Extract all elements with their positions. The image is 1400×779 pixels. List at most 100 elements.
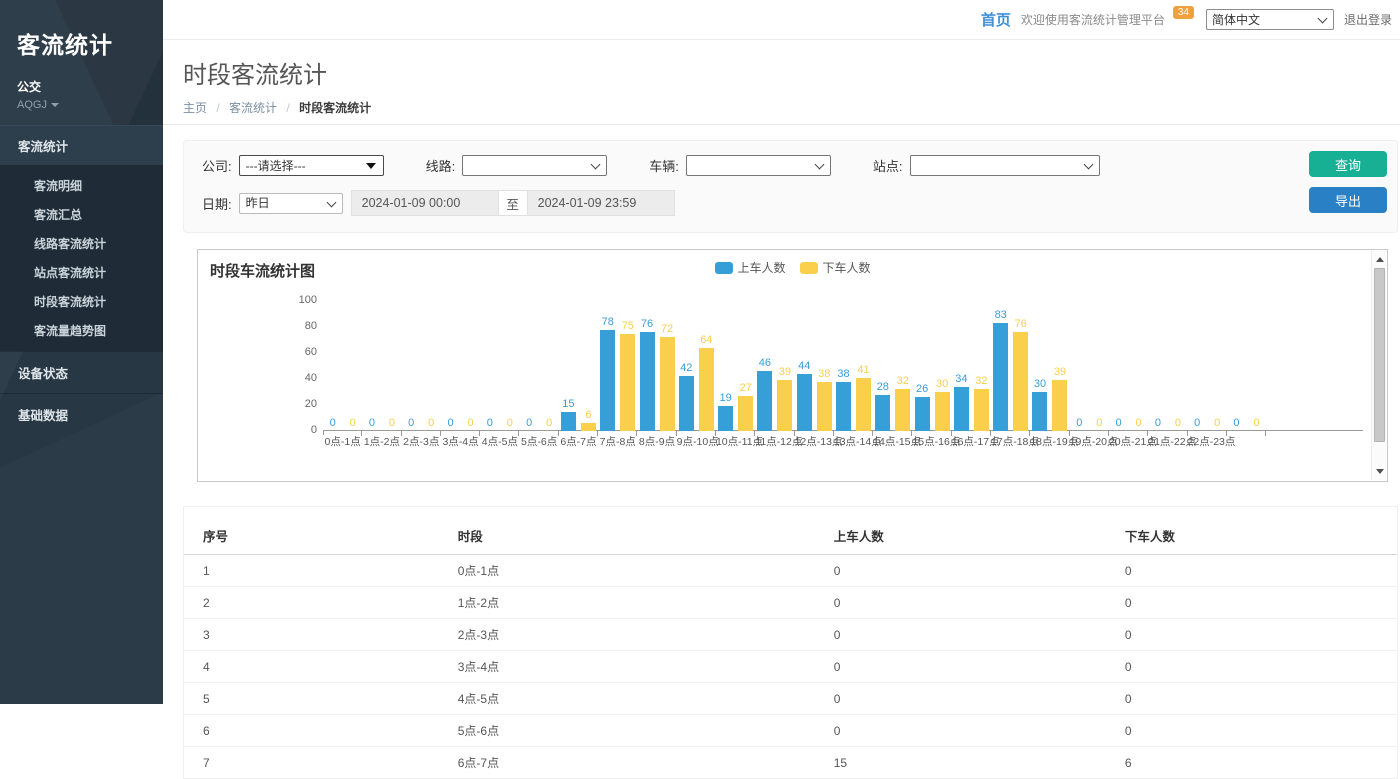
triangle-down-icon	[1376, 469, 1384, 474]
bar-value-label: 34	[955, 373, 967, 385]
chevron-down-icon	[51, 103, 59, 107]
table-cell: 6	[184, 715, 439, 747]
table-cell: 7	[184, 747, 439, 779]
breadcrumb-section[interactable]: 客流统计	[229, 101, 277, 115]
x-axis-label: 9点-10点	[677, 434, 716, 449]
bar-value-label: 0	[447, 417, 453, 429]
date-preset-select[interactable]: 昨日	[239, 193, 343, 214]
bar-wrap: 64	[699, 301, 714, 431]
station-select[interactable]	[910, 155, 1100, 176]
bar-value-label: 0	[487, 417, 493, 429]
sidebar-item-passenger-stats[interactable]: 客流统计	[0, 125, 163, 165]
line-select[interactable]	[462, 155, 607, 176]
bar-wrap: 0	[345, 301, 360, 431]
bar-下车人数	[777, 380, 792, 431]
bar-上车人数	[561, 412, 576, 432]
table-cell: 0	[1106, 715, 1397, 747]
notification-count-badge: 34	[1173, 6, 1194, 19]
bar-value-label: 44	[798, 360, 810, 372]
bar-value-label: 28	[877, 381, 889, 393]
x-axis-label: 18点-19点	[1030, 434, 1069, 449]
bar-wrap: 0	[384, 301, 399, 431]
legend-item-alight[interactable]: 下车人数	[800, 259, 871, 276]
date-to-input[interactable]	[527, 190, 675, 216]
bar-下车人数	[738, 396, 753, 431]
bar-group: 0020点-21点	[1109, 301, 1148, 431]
page-head: 时段客流统计 主页 / 客流统计 / 时段客流统计	[163, 41, 1400, 125]
scrollbar-thumb[interactable]	[1374, 268, 1385, 442]
date-from-input[interactable]	[351, 190, 499, 216]
bar-value-label: 83	[995, 309, 1007, 321]
org-code-dropdown[interactable]: AQGJ	[0, 95, 163, 125]
sidebar-subitem-站点客流统计[interactable]: 站点客流统计	[0, 258, 163, 287]
sidebar-subitem-客流明细[interactable]: 客流明细	[0, 171, 163, 200]
sidebar-submenu: 客流明细客流汇总线路客流统计站点客流统计时段客流统计客流量趋势图	[0, 165, 163, 351]
welcome-text: 欢迎使用客流统计管理平台	[1021, 11, 1165, 28]
logout-link[interactable]: 退出登录	[1344, 11, 1392, 28]
table-cell: 0	[815, 555, 1106, 587]
x-axis-label: 2点-3点	[402, 434, 441, 449]
bar-wrap: 15	[561, 301, 576, 431]
scrollbar-up-button[interactable]	[1372, 252, 1387, 267]
bar-wrap: 0	[1150, 301, 1165, 431]
table-header-cell: 时段	[439, 517, 815, 555]
table-cell: 0	[1106, 587, 1397, 619]
sidebar-item-基础数据[interactable]: 基础数据	[0, 393, 163, 435]
breadcrumb-home[interactable]: 主页	[183, 101, 207, 115]
sidebar-subitem-客流量趋势图[interactable]: 客流量趋势图	[0, 316, 163, 345]
bar-group: 0021点-22点	[1148, 301, 1187, 431]
table-row: 32点-3点00	[184, 619, 1397, 651]
search-button[interactable]: 查询	[1309, 151, 1387, 177]
chart-panel: 时段车流统计图 上车人数 下车人数 020406080100 000点-1点00…	[197, 249, 1388, 482]
bar-wrap: 0	[325, 301, 340, 431]
bar-group: 303918点-19点	[1030, 301, 1069, 431]
bar-wrap: 0	[1092, 301, 1107, 431]
chart-legend: 上车人数 下车人数	[714, 259, 870, 276]
chart-y-axis: 020406080100	[287, 301, 317, 430]
bar-value-label: 0	[1116, 417, 1122, 429]
y-tick-label: 0	[311, 424, 317, 436]
filter-panel: 公司: ---请选择--- 线路: 车辆: 站点:	[183, 140, 1398, 233]
bar-上车人数	[718, 406, 733, 431]
bar-value-label: 72	[661, 323, 673, 335]
language-select[interactable]: 简体中文	[1206, 9, 1334, 30]
bar-group: 78757点-8点	[598, 301, 637, 431]
x-axis-label: 4点-5点	[480, 434, 519, 449]
scrollbar-down-button[interactable]	[1372, 464, 1387, 479]
table-cell: 1	[184, 555, 439, 587]
sidebar-subitem-时段客流统计[interactable]: 时段客流统计	[0, 287, 163, 316]
bar-下车人数	[699, 348, 714, 431]
sidebar-subitem-线路客流统计[interactable]: 线路客流统计	[0, 229, 163, 258]
company-select[interactable]: ---请选择---	[239, 155, 384, 176]
topbar: 首页 欢迎使用客流统计管理平台 34 简体中文 退出登录	[163, 0, 1400, 40]
breadcrumb-separator: /	[216, 101, 219, 115]
vehicle-select[interactable]	[686, 155, 831, 176]
bar-上车人数	[836, 382, 851, 431]
sidebar: 客流统计 公交 AQGJ 客流统计 客流明细客流汇总线路客流统计站点客流统计时段…	[0, 0, 163, 704]
bar-wrap: 0	[1072, 301, 1087, 431]
sidebar-subitem-客流汇总[interactable]: 客流汇总	[0, 200, 163, 229]
table-cell: 4	[184, 651, 439, 683]
bar-value-label: 0	[1136, 417, 1142, 429]
table-cell: 3点-4点	[439, 651, 815, 683]
bar-wrap: 32	[974, 301, 989, 431]
bar-group: 004点-5点	[480, 301, 519, 431]
table-cell: 2点-3点	[439, 619, 815, 651]
bar-value-label: 0	[428, 417, 434, 429]
table-cell: 0	[815, 587, 1106, 619]
table-cell: 5点-6点	[439, 715, 815, 747]
legend-item-board[interactable]: 上车人数	[714, 259, 785, 276]
home-link[interactable]: 首页	[981, 9, 1011, 30]
bar-group: 0019点-20点	[1070, 301, 1109, 431]
breadcrumb-current: 时段客流统计	[299, 101, 371, 115]
chart-vertical-scrollbar	[1371, 251, 1386, 480]
table-cell: 0	[815, 619, 1106, 651]
export-button[interactable]: 导出	[1309, 187, 1387, 213]
sidebar-item-设备状态[interactable]: 设备状态	[0, 351, 163, 393]
bar-上车人数	[679, 376, 694, 431]
x-axis-label: 17点-18点	[991, 434, 1030, 449]
bar-wrap: 27	[738, 301, 753, 431]
y-tick-label: 40	[305, 372, 317, 384]
bar-下车人数	[895, 389, 910, 431]
bar-value-label: 27	[739, 382, 751, 394]
